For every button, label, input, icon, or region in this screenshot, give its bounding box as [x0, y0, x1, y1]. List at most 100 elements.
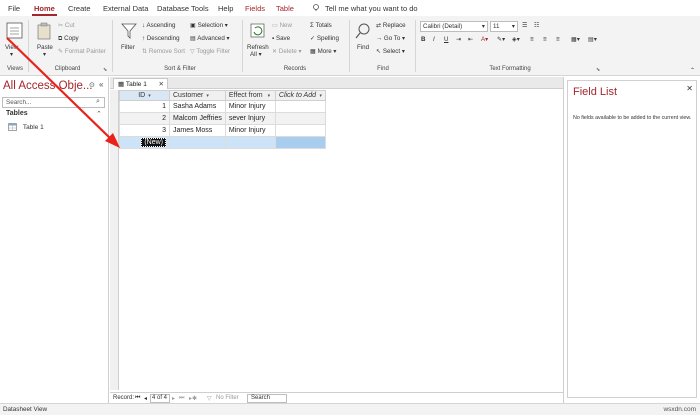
column-header-effect[interactable]: Effect from ▾: [224, 90, 276, 101]
advanced-button[interactable]: ▤ Advanced ▾: [190, 35, 230, 42]
nav-search-input[interactable]: Search... ⌕: [2, 97, 105, 108]
totals-button[interactable]: Σ Totals: [310, 22, 332, 29]
new-record-row[interactable]: (New): [119, 136, 326, 149]
underline-icon[interactable]: U: [444, 36, 448, 43]
cell-effect[interactable]: sever Injury: [224, 112, 276, 125]
nav-menu-icon[interactable]: ⊙: [89, 81, 95, 89]
cell-id[interactable]: 2: [119, 112, 170, 125]
replace-button[interactable]: ⇄ Replace: [376, 22, 406, 29]
align-left-icon[interactable]: ≡: [530, 36, 534, 43]
cell-empty[interactable]: [274, 100, 326, 113]
ascending-button[interactable]: ↓ Ascending: [142, 22, 175, 29]
toggle-filter-button[interactable]: ▽ Toggle Filter: [190, 48, 230, 55]
descending-button[interactable]: ↑ Descending: [142, 35, 180, 42]
align-center-icon[interactable]: ≡: [543, 36, 547, 43]
find-button[interactable]: Find: [353, 20, 373, 60]
more-icon: ▦: [310, 48, 316, 55]
cell-effect[interactable]: Minor Injury: [224, 124, 276, 137]
filter-button[interactable]: Filter: [118, 20, 140, 60]
collapse-ribbon-icon[interactable]: ⌃: [690, 67, 695, 74]
record-position-input[interactable]: 4 of 4: [150, 394, 170, 403]
table-row[interactable]: 1 Sasha Adams Minor Injury: [119, 100, 326, 113]
menu-home[interactable]: Home: [34, 4, 55, 13]
chevron-down-icon[interactable]: ▾: [268, 93, 271, 99]
save-button[interactable]: ▪ Save: [272, 35, 290, 42]
tell-me-search[interactable]: Tell me what you want to do: [325, 4, 418, 13]
column-header-id[interactable]: ID ▾: [119, 90, 170, 101]
menu-database-tools[interactable]: Database Tools: [157, 4, 209, 13]
chevron-down-icon[interactable]: ▾: [206, 93, 209, 99]
menu-table[interactable]: Table: [276, 4, 294, 13]
cell-empty[interactable]: [169, 136, 226, 149]
menu-external-data[interactable]: External Data: [103, 4, 148, 13]
font-size-select[interactable]: 11 ▾: [490, 21, 518, 32]
align-right-icon[interactable]: ≡: [556, 36, 560, 43]
record-selector-column[interactable]: [110, 90, 119, 390]
next-record-icon[interactable]: ▸: [172, 395, 175, 402]
cell-empty[interactable]: [274, 112, 326, 125]
nav-pane-title[interactable]: All Access Obje...: [3, 80, 92, 92]
cell-empty[interactable]: [274, 136, 326, 149]
delete-button[interactable]: ✕ Delete ▾: [272, 48, 302, 55]
go-to-button[interactable]: → Go To ▾: [376, 35, 405, 42]
menu-file[interactable]: File: [8, 4, 20, 13]
close-icon[interactable]: ✕: [159, 80, 164, 88]
cell-customer[interactable]: Malcom Jeffries: [169, 112, 226, 125]
remove-sort-button[interactable]: ⇅ Remove Sort: [142, 48, 185, 55]
font-name-select[interactable]: Calibri (Detail) ▾: [420, 21, 488, 32]
nav-item-table-1[interactable]: Table 1: [8, 123, 44, 131]
column-header-customer[interactable]: Customer ▾: [169, 90, 226, 101]
menu-fields[interactable]: Fields: [245, 4, 265, 13]
indent-icon[interactable]: ⇥: [456, 36, 461, 43]
cell-customer[interactable]: Sasha Adams: [169, 100, 226, 113]
selection-button[interactable]: ▣ Selection ▾: [190, 22, 228, 29]
outdent-icon[interactable]: ⇤: [468, 36, 473, 43]
new-record-button[interactable]: ▭ New: [272, 22, 292, 29]
record-search-input[interactable]: Search: [247, 394, 287, 403]
table-row[interactable]: 2 Malcom Jeffries sever Injury: [119, 112, 326, 125]
gridlines-icon[interactable]: ▦▾: [571, 36, 580, 43]
select-button[interactable]: ↖ Select ▾: [376, 48, 405, 55]
highlight-icon[interactable]: ✎▾: [497, 36, 505, 43]
dialog-launcher-icon[interactable]: ⬊: [103, 67, 107, 73]
number-list-icon[interactable]: ☷: [534, 22, 540, 29]
cell-effect[interactable]: Minor Injury: [224, 100, 276, 113]
cell-id-new[interactable]: (New): [119, 136, 170, 149]
cell-id[interactable]: 1: [119, 100, 170, 113]
column-header-click-to-add[interactable]: Click to Add ▾: [274, 90, 326, 101]
chevron-down-icon[interactable]: ▾: [319, 93, 322, 99]
font-color-icon[interactable]: A▾: [481, 36, 488, 43]
close-icon[interactable]: ✕: [686, 84, 693, 93]
tab-table-1[interactable]: ▦ Table 1 ✕: [113, 78, 168, 89]
cell-id[interactable]: 3: [119, 124, 170, 137]
table-row[interactable]: 3 James Moss Minor Injury: [119, 124, 326, 137]
cell-empty[interactable]: [224, 136, 276, 149]
first-record-icon[interactable]: ⏮: [135, 395, 140, 402]
nav-section-tables[interactable]: Tables: [6, 110, 28, 117]
cell-customer[interactable]: James Moss: [169, 124, 226, 137]
cell-empty[interactable]: [274, 124, 326, 137]
previous-record-icon[interactable]: ◂: [144, 395, 147, 402]
no-filter-indicator[interactable]: No Filter: [216, 395, 239, 401]
copy-button[interactable]: ⧉ Copy: [58, 35, 79, 43]
new-record-nav-icon[interactable]: ▸✱: [189, 395, 197, 402]
italic-icon[interactable]: I: [433, 36, 435, 43]
chevron-down-icon[interactable]: ▾: [148, 93, 151, 99]
view-button[interactable]: View ▾: [4, 20, 26, 60]
format-painter-button[interactable]: ✎ Format Painter: [58, 48, 106, 55]
fill-color-icon[interactable]: ◈▾: [512, 36, 520, 43]
bullet-list-icon[interactable]: ☰: [522, 22, 528, 29]
cut-button[interactable]: ✂ Cut: [58, 22, 75, 29]
menu-create[interactable]: Create: [68, 4, 91, 13]
last-record-icon[interactable]: ⏭: [179, 395, 184, 402]
spelling-button[interactable]: ✓ Spelling: [310, 35, 339, 42]
refresh-all-button[interactable]: Refresh All ▾: [246, 20, 270, 62]
bold-icon[interactable]: B: [421, 36, 425, 43]
alternate-row-color-icon[interactable]: ▤▾: [588, 36, 597, 43]
shutter-bar-icon[interactable]: «: [99, 80, 103, 89]
paste-button[interactable]: Paste ▾: [34, 20, 56, 60]
chevron-up-icon[interactable]: ⌃: [96, 110, 102, 118]
menu-help[interactable]: Help: [218, 4, 233, 13]
dialog-launcher-icon[interactable]: ⬊: [596, 67, 600, 73]
more-button[interactable]: ▦ More ▾: [310, 48, 337, 55]
